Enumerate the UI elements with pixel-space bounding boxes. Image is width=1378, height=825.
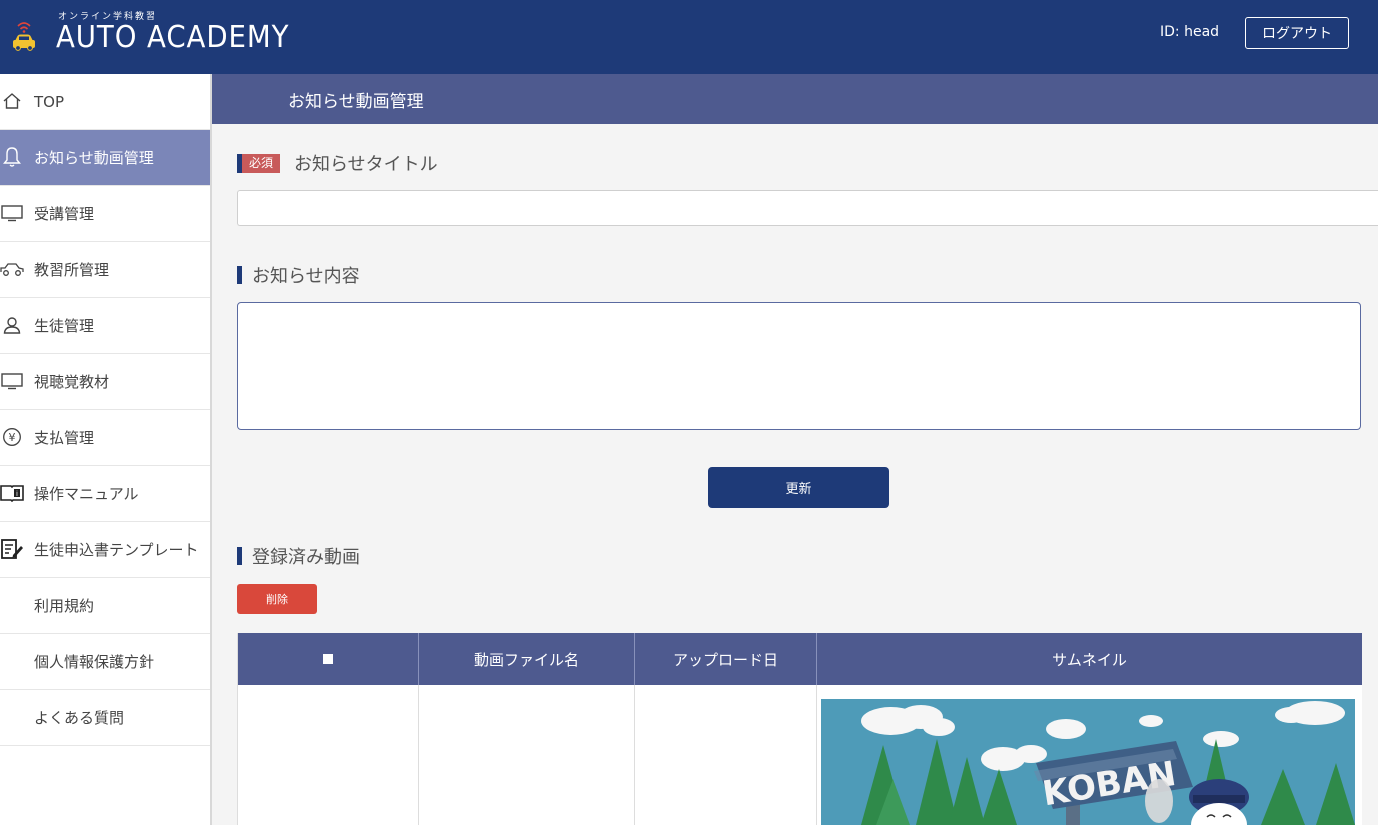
video-thumbnail-image[interactable]: KOBAN <box>821 699 1355 825</box>
sidebar-item-av-materials[interactable]: 視聴覚教材 <box>0 354 210 410</box>
page-title-bar: お知らせ動画管理 <box>212 74 1378 124</box>
yen-icon: ¥ <box>0 424 24 450</box>
notice-content-label: お知らせ内容 <box>237 262 360 288</box>
sidebar-item-label: よくある質問 <box>34 709 125 727</box>
user-icon <box>0 312 24 338</box>
section-marker <box>237 547 242 565</box>
sidebar-item-payment[interactable]: ¥ 支払管理 <box>0 410 210 466</box>
row-checkbox-cell[interactable] <box>238 685 419 825</box>
required-badge: 必須 <box>237 153 281 173</box>
sidebar: TOP お知らせ動画管理 受講管理 教習所管理 生徒管理 視聴覚教材 ¥ 支払管… <box>0 74 212 825</box>
monitor-icon <box>0 200 24 226</box>
bell-icon <box>0 144 24 170</box>
sidebar-item-students[interactable]: 生徒管理 <box>0 298 210 354</box>
sidebar-item-application-template[interactable]: 生徒申込書テンプレート <box>0 522 210 578</box>
sidebar-item-label: 利用規約 <box>34 597 95 615</box>
column-header-filename: 動画ファイル名 <box>419 633 635 685</box>
update-button[interactable]: 更新 <box>708 467 889 508</box>
manual-icon: i <box>0 480 24 506</box>
app-header: オンライン学科教習 AUTO ACADEMY ID: head ログアウト <box>0 0 1378 74</box>
delete-button[interactable]: 削除 <box>237 584 317 614</box>
sidebar-item-label: 個人情報保護方針 <box>34 653 155 671</box>
car-logo-icon <box>8 10 40 54</box>
home-icon <box>0 88 24 114</box>
sidebar-item-label: 教習所管理 <box>34 261 110 279</box>
row-filename-cell <box>419 685 635 825</box>
column-header-thumbnail: サムネイル <box>1052 650 1127 669</box>
sidebar-item-label: 支払管理 <box>34 429 95 447</box>
sidebar-item-label: 視聴覚教材 <box>34 373 110 391</box>
notice-content-textarea[interactable] <box>237 302 1361 430</box>
sidebar-item-label: 生徒申込書テンプレート <box>34 541 199 559</box>
sidebar-item-label: TOP <box>34 92 65 111</box>
notice-title-input[interactable] <box>237 190 1378 226</box>
registered-videos-label: 登録済み動画 <box>237 543 360 569</box>
table-header: 動画ファイル名 アップロード日 サムネイル <box>238 633 1362 685</box>
notice-title-label-text: お知らせタイトル <box>294 154 438 175</box>
sidebar-item-terms[interactable]: 利用規約 <box>0 578 210 634</box>
sidebar-item-label: 操作マニュアル <box>34 485 139 503</box>
sidebar-item-notice-video[interactable]: お知らせ動画管理 <box>0 130 210 186</box>
section-marker <box>237 266 242 284</box>
sidebar-item-label: 受講管理 <box>34 205 95 223</box>
sidebar-item-manual[interactable]: i 操作マニュアル <box>0 466 210 522</box>
sidebar-item-privacy[interactable]: 個人情報保護方針 <box>0 634 210 690</box>
logo-title: AUTO ACADEMY <box>56 20 290 55</box>
select-all-header <box>238 633 419 685</box>
select-all-checkbox[interactable] <box>323 654 333 664</box>
sidebar-item-course[interactable]: 受講管理 <box>0 186 210 242</box>
svg-text:i: i <box>16 490 18 498</box>
sidebar-item-label: 生徒管理 <box>34 317 95 335</box>
notice-content-label-text: お知らせ内容 <box>252 266 360 287</box>
registered-videos-label-text: 登録済み動画 <box>252 547 360 568</box>
sidebar-item-label: お知らせ動画管理 <box>34 149 154 167</box>
car-icon <box>0 256 24 282</box>
page-title: お知らせ動画管理 <box>288 92 424 112</box>
sidebar-item-top[interactable]: TOP <box>0 74 210 130</box>
logout-button[interactable]: ログアウト <box>1245 17 1349 49</box>
sidebar-item-faq[interactable]: よくある質問 <box>0 690 210 746</box>
user-id-label: ID: head <box>1160 24 1220 40</box>
sidebar-item-school[interactable]: 教習所管理 <box>0 242 210 298</box>
monitor-icon <box>0 368 24 394</box>
column-header-upload-date: アップロード日 <box>635 633 817 685</box>
row-upload-date-cell <box>635 685 817 825</box>
form-edit-icon <box>0 536 24 562</box>
svg-text:¥: ¥ <box>9 431 16 444</box>
notice-title-label: 必須 お知らせタイトル <box>237 150 438 176</box>
